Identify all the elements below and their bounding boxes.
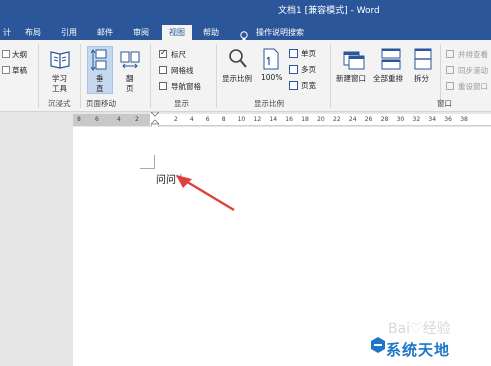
ruler-number: 24 bbox=[348, 116, 357, 123]
ruler-number: 26 bbox=[364, 116, 373, 123]
reset-window-button[interactable]: 重设窗口 bbox=[458, 81, 488, 92]
ruler-number: 10 bbox=[237, 116, 246, 123]
split-button[interactable]: 拆分 bbox=[414, 73, 429, 84]
group-separator bbox=[216, 44, 217, 108]
outline-button[interactable]: 大纲 bbox=[12, 49, 27, 60]
ruler-number: 14 bbox=[269, 116, 278, 123]
vertical-pages-icon bbox=[90, 49, 109, 71]
group-label-zoom: 显示比例 bbox=[254, 99, 284, 108]
new-window-icon bbox=[343, 48, 365, 70]
gridlines-label: 网格线 bbox=[171, 66, 194, 75]
page-width-button[interactable]: 页宽 bbox=[301, 80, 316, 91]
ruler-number: 4 bbox=[117, 116, 121, 123]
tab-mailings[interactable]: 邮件 bbox=[92, 25, 118, 40]
group-separator bbox=[38, 44, 39, 108]
ruler-number: 20 bbox=[317, 116, 325, 123]
multiple-pages-button[interactable]: 多页 bbox=[301, 64, 316, 75]
ruler-number: 2 bbox=[135, 116, 139, 123]
tell-me-search[interactable]: 操作说明搜索 bbox=[256, 25, 336, 40]
group-label-show: 显示 bbox=[174, 99, 189, 108]
ruler-number: 36 bbox=[444, 116, 452, 123]
new-window-button[interactable]: 新建窗口 bbox=[336, 73, 366, 84]
margin-corner-mark bbox=[140, 168, 154, 169]
ruler-number: 34 bbox=[428, 116, 437, 123]
sync-scroll-icon bbox=[446, 66, 454, 74]
tab-references[interactable]: 引用 bbox=[56, 25, 82, 40]
ruler-number: 22 bbox=[333, 116, 341, 123]
baidu-watermark: Bai♡经验 bbox=[388, 321, 451, 337]
nav-pane-checkbox[interactable] bbox=[159, 82, 167, 90]
ruler-number: 4 bbox=[189, 116, 194, 123]
draft-icon bbox=[2, 66, 10, 74]
ruler-number: 8 bbox=[221, 116, 226, 123]
one-page-icon bbox=[289, 49, 298, 58]
magnifier-icon bbox=[228, 48, 248, 70]
window-title: 文档1 [兼容模式] - Word bbox=[278, 6, 380, 16]
group-label-immersive: 沉浸式 bbox=[48, 99, 71, 108]
sync-scroll-button[interactable]: 同步滚动 bbox=[458, 65, 488, 76]
ruler-number: 28 bbox=[380, 116, 389, 123]
hundred-percent-button[interactable]: 100% bbox=[261, 73, 282, 82]
gridlines-checkbox[interactable] bbox=[159, 66, 167, 74]
outline-icon bbox=[2, 50, 10, 58]
draft-button[interactable]: 草稿 bbox=[12, 65, 27, 76]
group-separator bbox=[150, 44, 151, 108]
ruler-number: 8 bbox=[77, 116, 81, 123]
ruler-checkbox[interactable] bbox=[159, 48, 167, 58]
tab-help[interactable]: 帮助 bbox=[198, 25, 224, 40]
ruler-number: 18 bbox=[301, 116, 309, 123]
group-separator bbox=[80, 44, 81, 108]
hundred-percent-icon bbox=[262, 48, 280, 70]
watermark-logo-icon bbox=[370, 336, 386, 354]
tab-design[interactable]: 计 bbox=[0, 25, 14, 40]
margin-corner-mark bbox=[154, 155, 155, 169]
lightbulb-icon bbox=[239, 27, 249, 41]
ruler-number: 32 bbox=[412, 116, 421, 123]
ruler-number: 16 bbox=[285, 116, 293, 123]
multiple-pages-icon bbox=[289, 65, 298, 74]
page-width-icon bbox=[289, 81, 298, 90]
vertical-label-2: 直 bbox=[96, 84, 104, 93]
ruler-label: 标尺 bbox=[171, 50, 186, 59]
split-icon bbox=[413, 48, 433, 70]
brand-watermark: 系统天地 bbox=[386, 341, 451, 359]
arrange-all-button[interactable]: 全部重排 bbox=[373, 73, 403, 84]
nav-pane-label: 导航窗格 bbox=[171, 82, 201, 91]
side-by-side-button[interactable]: 并排查看 bbox=[458, 49, 488, 60]
one-page-button[interactable]: 单页 bbox=[301, 48, 316, 59]
learning-tools-icon bbox=[49, 48, 71, 70]
group-label-window: 窗口 bbox=[437, 99, 452, 108]
side-to-side-label-2: 页 bbox=[126, 84, 134, 93]
annotation-arrow bbox=[176, 175, 235, 212]
tab-review[interactable]: 审阅 bbox=[128, 25, 154, 40]
tab-layout[interactable]: 布局 bbox=[20, 25, 46, 40]
reset-window-icon bbox=[446, 82, 454, 90]
ruler-number: 30 bbox=[396, 116, 405, 123]
group-separator bbox=[330, 44, 331, 108]
ruler-number: 6 bbox=[95, 116, 99, 123]
learning-tools-label-2: 工具 bbox=[52, 84, 67, 93]
ruler-number: 38 bbox=[460, 116, 468, 123]
ruler-number: 6 bbox=[205, 116, 210, 123]
arrange-all-icon bbox=[380, 48, 402, 70]
side-by-side-icon bbox=[446, 50, 454, 58]
group-label-page-movement: 页面移动 bbox=[86, 99, 116, 108]
tab-view[interactable]: 视图 bbox=[162, 25, 192, 40]
zoom-button[interactable]: 显示比例 bbox=[222, 73, 252, 84]
ruler-number: 2 bbox=[174, 116, 178, 123]
ruler-number: 12 bbox=[253, 116, 262, 123]
side-to-side-icon bbox=[120, 50, 140, 70]
